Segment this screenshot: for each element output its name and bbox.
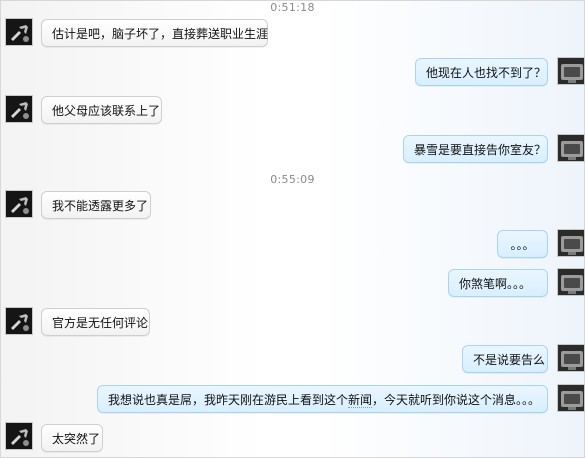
message-bubble-incoming: 他父母应该联系上了 xyxy=(41,96,162,124)
tool-avatar-icon[interactable] xyxy=(5,190,33,218)
message-bubble-outgoing: 暴雪是要直接告你室友？ xyxy=(403,135,548,163)
message-text: 他现在人也找不到了？ xyxy=(426,66,547,80)
console-avatar-icon[interactable] xyxy=(557,57,585,85)
message-bubble-outgoing: 他现在人也找不到了？ xyxy=(415,58,548,86)
message-text-highlight[interactable]: 新闻 xyxy=(348,393,373,408)
message-text: 我不能透露更多了 xyxy=(52,199,149,213)
message-text-part: ，今天就听到你说这个消息。。。 xyxy=(372,393,541,407)
tool-avatar-icon[interactable] xyxy=(5,422,33,450)
console-avatar-icon[interactable] xyxy=(557,134,585,162)
console-avatar-icon[interactable] xyxy=(557,344,585,372)
console-avatar-icon[interactable] xyxy=(557,384,585,412)
tool-avatar-icon[interactable] xyxy=(5,95,33,123)
message-text: 官方是无任何评论 xyxy=(52,316,149,330)
message-text: 你煞笔啊。。。 xyxy=(459,277,532,291)
message-bubble-incoming: 官方是无任何评论 xyxy=(41,308,150,336)
message-bubble-outgoing: 。。。 xyxy=(497,230,548,258)
message-bubble-incoming: 我不能透露更多了 xyxy=(41,191,151,219)
chat-window: 0:51:18 估计是吧，脑子坏了，直接葬送职业生涯 他现在人也找不到了？ 他父… xyxy=(0,0,585,458)
timestamp: 0:51:18 xyxy=(270,1,315,14)
message-text: 暴雪是要直接告你室友？ xyxy=(414,143,547,157)
console-avatar-icon[interactable] xyxy=(557,229,585,257)
message-bubble-incoming: 估计是吧，脑子坏了，直接葬送职业生涯 xyxy=(41,19,268,47)
message-text: 太突然了 xyxy=(52,432,101,446)
tool-avatar-icon[interactable] xyxy=(5,18,33,46)
message-bubble-outgoing: 你煞笔啊。。。 xyxy=(448,269,548,297)
console-avatar-icon[interactable] xyxy=(557,268,585,296)
message-text: 估计是吧，脑子坏了，直接葬送职业生涯 xyxy=(52,27,269,41)
message-bubble-outgoing: 我想说也真是屌，我昨天刚在游民上看到这个新闻，今天就听到你说这个消息。。。 xyxy=(97,385,548,413)
message-bubble-outgoing: 不是说要告么 xyxy=(462,345,548,373)
message-text: 不是说要告么 xyxy=(473,353,546,367)
message-bubble-incoming: 太突然了 xyxy=(41,424,103,452)
message-text-part: 我想说也真是屌，我昨天刚在游民上看到这个 xyxy=(108,393,349,407)
message-text: 。。。 xyxy=(510,238,535,252)
tool-avatar-icon[interactable] xyxy=(5,307,33,335)
timestamp: 0:55:09 xyxy=(270,173,315,186)
message-text: 他父母应该联系上了 xyxy=(52,104,161,118)
